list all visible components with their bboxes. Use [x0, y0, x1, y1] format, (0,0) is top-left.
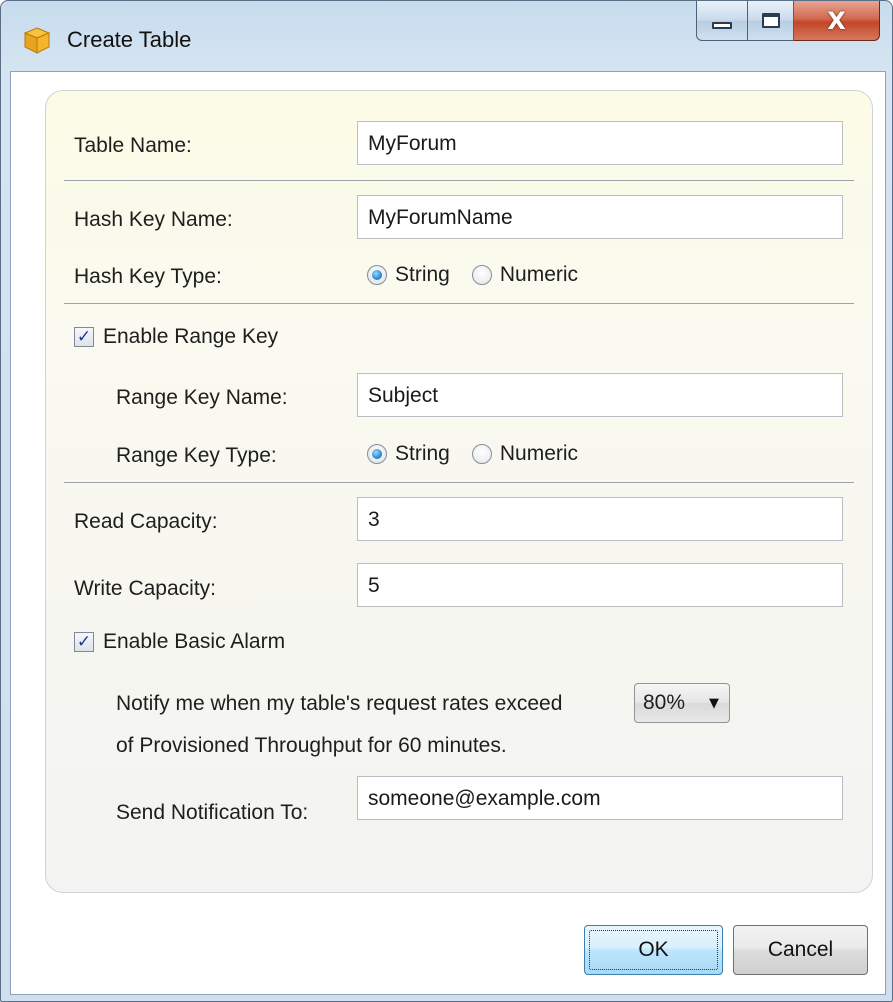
- enable-basic-alarm-checkbox[interactable]: ✓ Enable Basic Alarm: [74, 630, 285, 654]
- window-controls: X: [696, 1, 880, 45]
- window-title: Create Table: [67, 27, 192, 52]
- range-key-type-string-radio[interactable]: String: [367, 442, 450, 466]
- write-capacity-label: Write Capacity:: [74, 577, 216, 600]
- separator: [64, 180, 854, 181]
- title-bar[interactable]: Create Table X: [1, 1, 892, 75]
- table-name-input[interactable]: MyForum: [357, 121, 843, 165]
- hash-key-name-label: Hash Key Name:: [74, 208, 233, 231]
- read-capacity-input[interactable]: 3: [357, 497, 843, 541]
- radio-label: String: [395, 263, 450, 286]
- threshold-dropdown[interactable]: 80% ▼: [634, 683, 730, 723]
- checkmark-icon: ✓: [74, 327, 94, 347]
- hash-key-type-numeric-radio[interactable]: Numeric: [471, 263, 579, 287]
- write-capacity-input[interactable]: 5: [357, 563, 843, 607]
- threshold-value: 80%: [643, 691, 686, 714]
- hash-key-type-string-radio[interactable]: String: [367, 263, 450, 287]
- checkmark-icon: ✓: [74, 632, 94, 652]
- enable-range-key-checkbox[interactable]: ✓ Enable Range Key: [74, 325, 278, 349]
- radio-label: String: [395, 442, 450, 465]
- range-key-type-radio-group: String Numeric: [367, 442, 600, 466]
- maximize-button[interactable]: [748, 1, 794, 41]
- cancel-button-label: Cancel: [767, 938, 834, 961]
- hash-key-name-input[interactable]: MyForumName: [357, 195, 843, 239]
- close-icon: X: [827, 6, 846, 35]
- form-panel: Table Name: MyForum Hash Key Name: MyFor…: [45, 90, 873, 893]
- range-key-name-input[interactable]: Subject: [357, 373, 843, 417]
- cancel-button[interactable]: Cancel: [733, 925, 868, 975]
- radio-label: Numeric: [499, 263, 579, 286]
- radio-unselected-icon: [471, 444, 492, 464]
- enable-basic-alarm-label: Enable Basic Alarm: [103, 630, 286, 653]
- notify-text-line-2: of Provisioned Throughput for 60 minutes…: [116, 734, 507, 757]
- hash-key-type-label: Hash Key Type:: [74, 265, 222, 288]
- enable-range-key-label: Enable Range Key: [103, 325, 279, 348]
- send-notification-input[interactable]: someone@example.com: [357, 776, 843, 820]
- radio-label: Numeric: [499, 442, 579, 465]
- dropdown-arrow-icon: ▼: [709, 696, 719, 711]
- dialog-client-area: Table Name: MyForum Hash Key Name: MyFor…: [10, 71, 886, 995]
- hash-key-type-radio-group: String Numeric: [367, 263, 600, 287]
- focus-rectangle: [589, 930, 718, 970]
- minimize-button[interactable]: [696, 1, 748, 41]
- radio-selected-icon: [367, 444, 387, 464]
- table-name-label: Table Name:: [74, 134, 192, 157]
- range-key-type-numeric-radio[interactable]: Numeric: [471, 442, 579, 466]
- minimize-icon: [712, 22, 732, 29]
- radio-selected-icon: [367, 265, 387, 285]
- ok-button[interactable]: OK: [584, 925, 723, 975]
- create-table-window: Create Table X Table Name: MyForum Hash …: [0, 0, 893, 1002]
- range-key-name-label: Range Key Name:: [116, 386, 288, 409]
- send-notification-label: Send Notification To:: [116, 801, 309, 824]
- radio-unselected-icon: [471, 265, 492, 285]
- notify-text-line-1: Notify me when my table's request rates …: [116, 692, 563, 715]
- maximize-icon: [761, 13, 780, 28]
- range-key-type-label: Range Key Type:: [116, 444, 277, 467]
- close-button[interactable]: X: [794, 1, 880, 41]
- read-capacity-label: Read Capacity:: [74, 510, 218, 533]
- package-icon: [23, 27, 51, 54]
- separator: [64, 482, 854, 483]
- separator: [64, 303, 854, 304]
